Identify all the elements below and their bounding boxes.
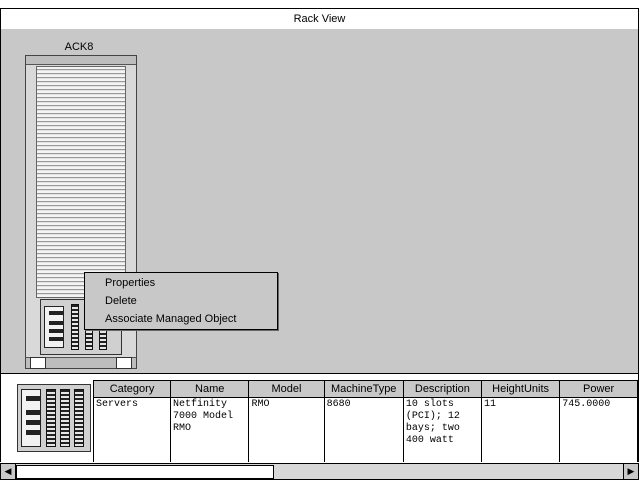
column-header-model[interactable]: Model <box>248 380 325 398</box>
thumbnail-bay <box>46 389 56 447</box>
window-title-bar: Rack View <box>0 8 639 30</box>
thumbnail-drive <box>26 430 40 435</box>
server-bay <box>71 304 79 350</box>
menu-item-delete[interactable]: Delete <box>105 293 137 310</box>
rack-empty-slots <box>36 66 126 298</box>
cell-description[interactable]: 10 slots (PCI); 12 bays; two 400 watt <box>402 397 482 462</box>
server-drive <box>49 329 63 333</box>
server-drive <box>49 311 63 315</box>
server-front-panel <box>44 306 64 348</box>
cell-category[interactable]: Servers <box>92 397 172 462</box>
server-drive <box>49 321 63 325</box>
window-title: Rack View <box>293 13 346 25</box>
cell-name[interactable]: Netfinity 7000 Model RMO <box>170 397 250 462</box>
column-header-height-units[interactable]: HeightUnits <box>480 380 561 398</box>
thumbnail-drive <box>26 420 40 425</box>
rack-foot-left <box>30 357 46 369</box>
server-drive <box>49 337 63 341</box>
column-header-category[interactable]: Category <box>92 380 172 398</box>
rack-top-frame <box>26 56 136 65</box>
column-header-name[interactable]: Name <box>170 380 250 398</box>
cell-height-units[interactable]: 11 <box>480 397 561 462</box>
menu-item-associate-managed-object[interactable]: Associate Managed Object <box>105 311 236 328</box>
thumbnail-bay <box>74 389 84 447</box>
thumbnail-front-panel <box>21 389 41 447</box>
cell-power[interactable]: 745.0000 <box>559 397 638 462</box>
horizontal-scrollbar[interactable]: ◀ ▶ <box>0 463 639 480</box>
arrow-right-icon[interactable]: ▶ <box>623 464 638 479</box>
details-table: Category Name Model MachineType Descript… <box>92 380 638 462</box>
scrollbar-thumb[interactable] <box>16 465 274 479</box>
cell-model[interactable]: RMO <box>248 397 325 462</box>
table-row[interactable]: Servers Netfinity 7000 Model RMO RMO 868… <box>92 397 638 462</box>
column-header-power[interactable]: Power <box>559 380 638 398</box>
thumbnail-drive <box>26 410 40 415</box>
server-thumbnail <box>17 384 91 452</box>
details-panel: Category Name Model MachineType Descript… <box>0 374 639 462</box>
table-header-row: Category Name Model MachineType Descript… <box>92 380 638 398</box>
rack-base-frame <box>26 357 136 369</box>
column-header-description[interactable]: Description <box>402 380 482 398</box>
menu-item-properties[interactable]: Properties <box>105 275 155 292</box>
rack-foot-right <box>116 357 132 369</box>
cell-machine-type[interactable]: 8680 <box>323 397 404 462</box>
thumbnail-bay <box>60 389 70 447</box>
rack-name-label: ACK8 <box>64 41 94 53</box>
column-header-machine-type[interactable]: MachineType <box>323 380 404 398</box>
arrow-left-icon[interactable]: ◀ <box>1 464 16 479</box>
rack-view-canvas[interactable]: ACK8 Properties Delete Associate Managed… <box>0 29 639 374</box>
thumbnail-drive <box>26 396 40 401</box>
context-menu: Properties Delete Associate Managed Obje… <box>84 272 278 330</box>
